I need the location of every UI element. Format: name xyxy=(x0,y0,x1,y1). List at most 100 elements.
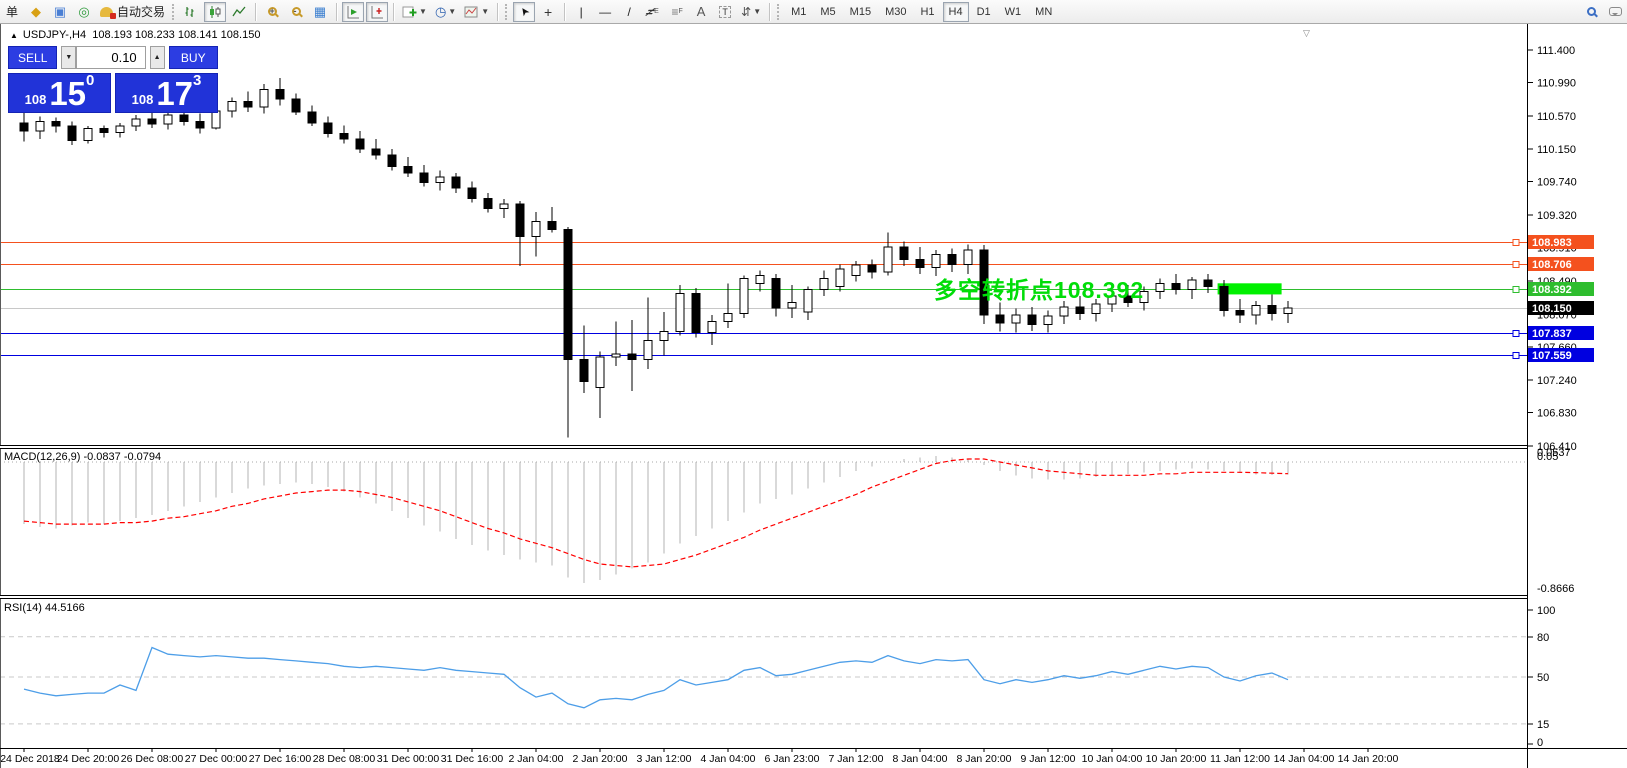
chart-title: ▲USDJPY-,H4 108.193 108.233 108.141 108.… xyxy=(10,29,260,41)
one-click-trading-panel: SELL ▼ 0.10 ▲ BUY 108 15 0 108 17 3 xyxy=(8,46,218,113)
macd-splitter[interactable] xyxy=(0,445,1527,449)
svg-text:110.990: 110.990 xyxy=(1537,78,1576,90)
templates-button[interactable]: ▼ xyxy=(461,2,492,22)
label-icon: T xyxy=(719,6,731,18)
vertical-line-icon: | xyxy=(580,5,583,19)
tf-button-MN[interactable]: MN xyxy=(1029,2,1058,22)
svg-text:106.830: 106.830 xyxy=(1537,408,1577,420)
crosshair-button[interactable]: + xyxy=(537,2,559,22)
svg-text:109.740: 109.740 xyxy=(1537,177,1577,189)
tf-button-H4[interactable]: H4 xyxy=(943,2,969,22)
sell-price-sup: 0 xyxy=(86,72,94,89)
volume-decrease-button[interactable]: ▼ xyxy=(61,46,76,69)
vertical-line-button[interactable]: | xyxy=(570,2,592,22)
auto-scroll-icon xyxy=(346,5,360,19)
svg-text:110.570: 110.570 xyxy=(1537,111,1576,123)
ohlc-values: 108.193 108.233 108.141 108.150 xyxy=(92,29,260,41)
svg-text:27 Dec 00:00: 27 Dec 00:00 xyxy=(185,753,248,765)
text-icon: A xyxy=(697,4,706,19)
dropdown-arrow-icon: ▼ xyxy=(448,7,456,16)
tf-button-H1[interactable]: H1 xyxy=(914,2,940,22)
svg-text:31 Dec 00:00: 31 Dec 00:00 xyxy=(377,753,440,765)
channel-button[interactable]: ≠E xyxy=(642,2,664,22)
chart-shift-button[interactable] xyxy=(366,2,388,22)
svg-text:24 Dec 2018: 24 Dec 2018 xyxy=(0,753,60,765)
svg-text:14 Jan 20:00: 14 Jan 20:00 xyxy=(1338,753,1399,765)
toolbar-separator xyxy=(769,3,770,21)
svg-text:14 Jan 04:00: 14 Jan 04:00 xyxy=(1274,753,1335,765)
zoom-in-icon: + xyxy=(268,7,277,16)
chat-button[interactable] xyxy=(1604,2,1626,22)
zoom-in-button[interactable]: + xyxy=(261,2,283,22)
gold-order-icon: ◆ xyxy=(31,5,41,18)
svg-text:111.400: 111.400 xyxy=(1537,45,1575,57)
svg-text:3 Jan 12:00: 3 Jan 12:00 xyxy=(637,753,692,765)
time-axis-border xyxy=(0,748,1627,749)
candlestick-chart-button[interactable] xyxy=(204,2,226,22)
buy-price-button[interactable]: 108 17 3 xyxy=(115,73,218,113)
indicators-icon xyxy=(402,5,417,19)
toolbar-grip[interactable] xyxy=(777,4,781,20)
svg-text:107.837: 107.837 xyxy=(1532,328,1572,340)
line-chart-icon xyxy=(232,5,246,19)
text-button[interactable]: A xyxy=(690,2,712,22)
sell-price-button[interactable]: 108 15 0 xyxy=(8,73,111,113)
svg-text:6 Jan 23:00: 6 Jan 23:00 xyxy=(765,753,820,765)
toolbar-grip[interactable] xyxy=(172,4,176,20)
search-button[interactable] xyxy=(1580,2,1602,22)
sell-button[interactable]: SELL xyxy=(8,46,57,69)
svg-text:28 Dec 08:00: 28 Dec 08:00 xyxy=(313,753,376,765)
svg-text:15: 15 xyxy=(1537,719,1549,731)
zoom-out-button[interactable]: - xyxy=(285,2,307,22)
new-order-button[interactable]: ◆ xyxy=(25,2,47,22)
buy-price-sup: 3 xyxy=(193,72,201,89)
tf-button-M5[interactable]: M5 xyxy=(814,2,841,22)
clock-icon: ◷ xyxy=(435,5,446,18)
fibonacci-icon: ≡ xyxy=(671,5,678,19)
tf-button-D1[interactable]: D1 xyxy=(971,2,997,22)
svg-text:8 Jan 20:00: 8 Jan 20:00 xyxy=(957,753,1012,765)
arrows-icon: ⇵ xyxy=(741,5,751,19)
periods-button[interactable]: ◷ ▼ xyxy=(432,2,459,22)
strategy-tester-button[interactable]: ◎ xyxy=(73,2,95,22)
horizontal-line-button[interactable]: — xyxy=(594,2,616,22)
buy-button[interactable]: BUY xyxy=(169,46,218,69)
tf-button-M30[interactable]: M30 xyxy=(879,2,912,22)
chat-icon xyxy=(1609,7,1622,16)
tile-windows-button[interactable]: ▦ xyxy=(309,2,331,22)
shapes-button[interactable]: ⇵▼ xyxy=(738,2,764,22)
line-chart-button[interactable] xyxy=(228,2,250,22)
horizontal-line-icon: — xyxy=(599,5,611,19)
tf-button-M1[interactable]: M1 xyxy=(785,2,812,22)
trendline-button[interactable]: / xyxy=(618,2,640,22)
rsi-indicator-label: RSI(14) 44.5166 xyxy=(4,602,85,614)
chart-canvas[interactable]: 111.400110.990110.570110.150109.740109.3… xyxy=(0,0,1627,768)
rsi-splitter[interactable] xyxy=(0,595,1527,599)
auto-scroll-button[interactable] xyxy=(342,2,364,22)
volume-input[interactable]: 0.10 xyxy=(76,46,145,69)
autotrading-button[interactable]: 自动交易 xyxy=(97,2,168,22)
svg-text:80: 80 xyxy=(1537,632,1549,644)
toolbar-separator xyxy=(497,3,498,21)
templates-icon xyxy=(464,5,479,19)
svg-text:100: 100 xyxy=(1537,605,1555,617)
bar-chart-button[interactable] xyxy=(180,2,202,22)
new-order-partial-button[interactable]: 单 xyxy=(1,2,23,22)
tf-button-W1[interactable]: W1 xyxy=(999,2,1028,22)
svg-text:10 Jan 20:00: 10 Jan 20:00 xyxy=(1146,753,1207,765)
cursor-button[interactable]: ➤ xyxy=(513,2,535,22)
market-watch-button[interactable]: ▣ xyxy=(49,2,71,22)
collapse-triangle-icon[interactable]: ▲ xyxy=(10,31,18,40)
sell-price-big: 15 xyxy=(49,79,86,109)
svg-text:107.240: 107.240 xyxy=(1537,375,1577,387)
label-button[interactable]: T xyxy=(714,2,736,22)
toolbar-separator xyxy=(564,3,565,21)
volume-increase-button[interactable]: ▲ xyxy=(150,46,165,69)
svg-text:7 Jan 12:00: 7 Jan 12:00 xyxy=(829,753,884,765)
toolbar-grip[interactable] xyxy=(505,4,509,20)
indicators-button[interactable]: ▼ xyxy=(399,2,430,22)
fibonacci-button[interactable]: ≡F xyxy=(666,2,688,22)
pivot-annotation-text[interactable]: 多空转折点108.392 xyxy=(934,271,1144,305)
tf-button-M15[interactable]: M15 xyxy=(844,2,877,22)
shift-marker-icon[interactable]: ▽ xyxy=(1303,28,1310,39)
